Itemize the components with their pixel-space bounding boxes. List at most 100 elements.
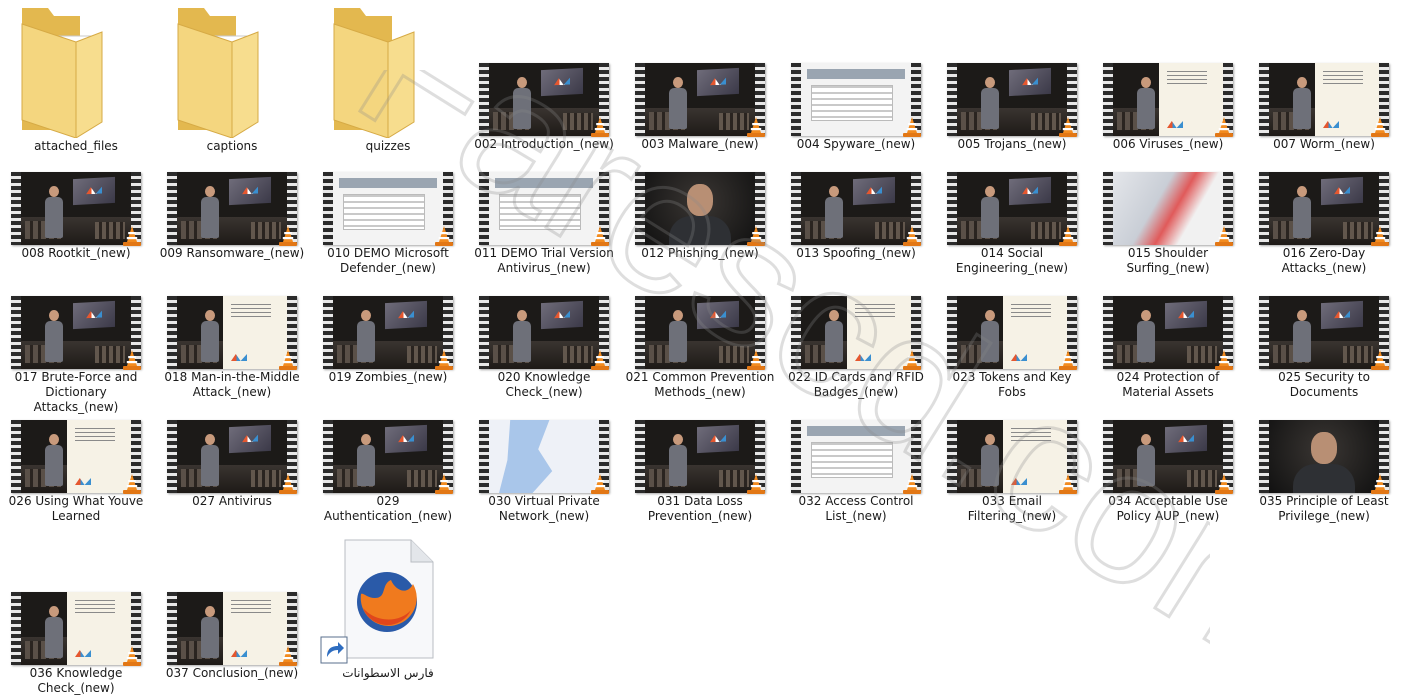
- video-file-item[interactable]: 007 Worm_(new): [1249, 59, 1399, 169]
- vlc-cone-icon: [123, 226, 141, 246]
- vlc-cone-icon: [591, 226, 609, 246]
- vlc-cone-icon: [1371, 226, 1389, 246]
- folder-item-quizzes[interactable]: quizzes: [313, 0, 463, 160]
- folder-item-attached-files[interactable]: attached_files: [1, 0, 151, 160]
- file-name-label: 010 DEMO Microsoft Defender_(new): [327, 246, 449, 275]
- file-name-label: 037 Conclusion_(new): [165, 666, 299, 680]
- vlc-cone-icon: [123, 350, 141, 370]
- file-name-label: فارس الاسطوانات: [342, 666, 434, 680]
- file-name-label: 032 Access Control List_(new): [798, 494, 914, 523]
- file-name-label: 020 Knowledge Check_(new): [497, 370, 591, 399]
- video-file-item[interactable]: 027 Antivirus: [157, 416, 307, 526]
- video-file-item[interactable]: 005 Trojans_(new): [937, 59, 1087, 169]
- vlc-cone-icon: [435, 474, 453, 494]
- vlc-cone-icon: [747, 350, 765, 370]
- file-name-label: 005 Trojans_(new): [957, 137, 1067, 151]
- file-name-label: 017 Brute-Force and Dictionary Attacks_(…: [14, 370, 138, 414]
- video-file-item[interactable]: 010 DEMO Microsoft Defender_(new): [313, 168, 463, 278]
- file-name-label: 016 Zero-Day Attacks_(new): [1281, 246, 1367, 275]
- vlc-cone-icon: [1215, 350, 1233, 370]
- vlc-cone-icon: [1371, 350, 1389, 370]
- folder-icon: [333, 8, 415, 138]
- video-file-item[interactable]: 014 Social Engineering_(new): [937, 168, 1087, 278]
- vlc-cone-icon: [747, 474, 765, 494]
- video-file-item[interactable]: 011 DEMO Trial Version Antivirus_(new): [469, 168, 619, 278]
- vlc-cone-icon: [1059, 474, 1077, 494]
- vlc-cone-icon: [1059, 117, 1077, 137]
- video-file-item[interactable]: 032 Access Control List_(new): [781, 416, 931, 526]
- file-name-label: 003 Malware_(new): [641, 137, 759, 151]
- video-file-item[interactable]: 013 Spoofing_(new): [781, 168, 931, 278]
- vlc-cone-icon: [1371, 474, 1389, 494]
- vlc-cone-icon: [591, 474, 609, 494]
- video-file-item[interactable]: 006 Viruses_(new): [1093, 59, 1243, 169]
- video-file-item[interactable]: 016 Zero-Day Attacks_(new): [1249, 168, 1399, 278]
- file-name-label: 026 Using What Youve Learned: [8, 494, 144, 523]
- video-file-item[interactable]: 023 Tokens and Key Fobs: [937, 292, 1087, 402]
- file-name-label: captions: [206, 139, 258, 153]
- video-file-item[interactable]: 022 ID Cards and RFID Badges_(new): [781, 292, 931, 402]
- vlc-cone-icon: [279, 350, 297, 370]
- vlc-cone-icon: [435, 350, 453, 370]
- file-name-label: 019 Zombies_(new): [328, 370, 448, 384]
- folder-icon: [21, 8, 103, 138]
- vlc-cone-icon: [747, 117, 765, 137]
- video-file-item[interactable]: 037 Conclusion_(new): [157, 588, 307, 698]
- video-file-item[interactable]: 003 Malware_(new): [625, 59, 775, 169]
- video-file-item[interactable]: 018 Man-in-the-Middle Attack_(new): [157, 292, 307, 402]
- vlc-cone-icon: [903, 474, 921, 494]
- folder-item-captions[interactable]: captions: [157, 0, 307, 160]
- video-file-item[interactable]: 030 Virtual Private Network_(new): [469, 416, 619, 526]
- shortcut-item[interactable]: فارس الاسطوانات: [313, 536, 463, 686]
- vlc-cone-icon: [279, 646, 297, 666]
- video-file-item[interactable]: 024 Protection of Material Assets: [1093, 292, 1243, 402]
- file-name-label: 006 Viruses_(new): [1112, 137, 1224, 151]
- file-name-label: 022 ID Cards and RFID Badges_(new): [788, 370, 924, 399]
- video-file-item[interactable]: 035 Principle of Least Privilege_(new): [1249, 416, 1399, 526]
- file-name-label: 025 Security to Documents: [1278, 370, 1370, 399]
- vlc-cone-icon: [747, 226, 765, 246]
- file-name-label: 015 Shoulder Surfing_(new): [1126, 246, 1210, 275]
- video-file-item[interactable]: 015 Shoulder Surfing_(new): [1093, 168, 1243, 278]
- vlc-cone-icon: [591, 350, 609, 370]
- video-file-item[interactable]: 020 Knowledge Check_(new): [469, 292, 619, 402]
- vlc-cone-icon: [1059, 226, 1077, 246]
- video-file-item[interactable]: 012 Phishing_(new): [625, 168, 775, 278]
- vlc-cone-icon: [279, 226, 297, 246]
- file-name-label: 033 Email Filtering_(new): [967, 494, 1057, 523]
- file-name-label: 012 Phishing_(new): [641, 246, 759, 260]
- file-name-label: 014 Social Engineering_(new): [955, 246, 1069, 275]
- vlc-cone-icon: [123, 474, 141, 494]
- file-name-label: 009 Ransomware_(new): [159, 246, 305, 260]
- vlc-cone-icon: [1215, 474, 1233, 494]
- video-file-item[interactable]: 029 Authentication_(new): [313, 416, 463, 526]
- vlc-cone-icon: [903, 226, 921, 246]
- video-file-item[interactable]: 008 Rootkit_(new): [1, 168, 151, 278]
- video-file-item[interactable]: 026 Using What Youve Learned: [1, 416, 151, 526]
- vlc-cone-icon: [279, 474, 297, 494]
- video-file-item[interactable]: 017 Brute-Force and Dictionary Attacks_(…: [1, 292, 151, 414]
- vlc-cone-icon: [1215, 117, 1233, 137]
- explorer-file-grid: attached_files captions quizzes 002 Introdu…: [0, 0, 1417, 697]
- file-name-label: 029 Authentication_(new): [323, 494, 453, 523]
- folder-icon: [177, 8, 259, 138]
- video-file-item[interactable]: 021 Common Prevention Methods_(new): [625, 292, 775, 402]
- video-file-item[interactable]: 036 Knowledge Check_(new): [1, 588, 151, 698]
- video-file-item[interactable]: 009 Ransomware_(new): [157, 168, 307, 278]
- video-file-item[interactable]: 033 Email Filtering_(new): [937, 416, 1087, 526]
- vlc-cone-icon: [1215, 226, 1233, 246]
- vlc-cone-icon: [903, 350, 921, 370]
- file-name-label: 002 Introduction_(new): [474, 137, 614, 151]
- file-name-label: 007 Worm_(new): [1273, 137, 1375, 151]
- video-file-item[interactable]: 034 Acceptable Use Policy AUP_(new): [1093, 416, 1243, 526]
- file-name-label: 004 Spyware_(new): [796, 137, 916, 151]
- file-name-label: 036 Knowledge Check_(new): [29, 666, 123, 695]
- file-name-label: 031 Data Loss Prevention_(new): [647, 494, 753, 523]
- video-file-item[interactable]: 025 Security to Documents: [1249, 292, 1399, 402]
- video-file-item[interactable]: 031 Data Loss Prevention_(new): [625, 416, 775, 526]
- vlc-cone-icon: [123, 646, 141, 666]
- video-file-item[interactable]: 002 Introduction_(new): [469, 59, 619, 169]
- video-file-item[interactable]: 004 Spyware_(new): [781, 59, 931, 169]
- vlc-cone-icon: [903, 117, 921, 137]
- video-file-item[interactable]: 019 Zombies_(new): [313, 292, 463, 402]
